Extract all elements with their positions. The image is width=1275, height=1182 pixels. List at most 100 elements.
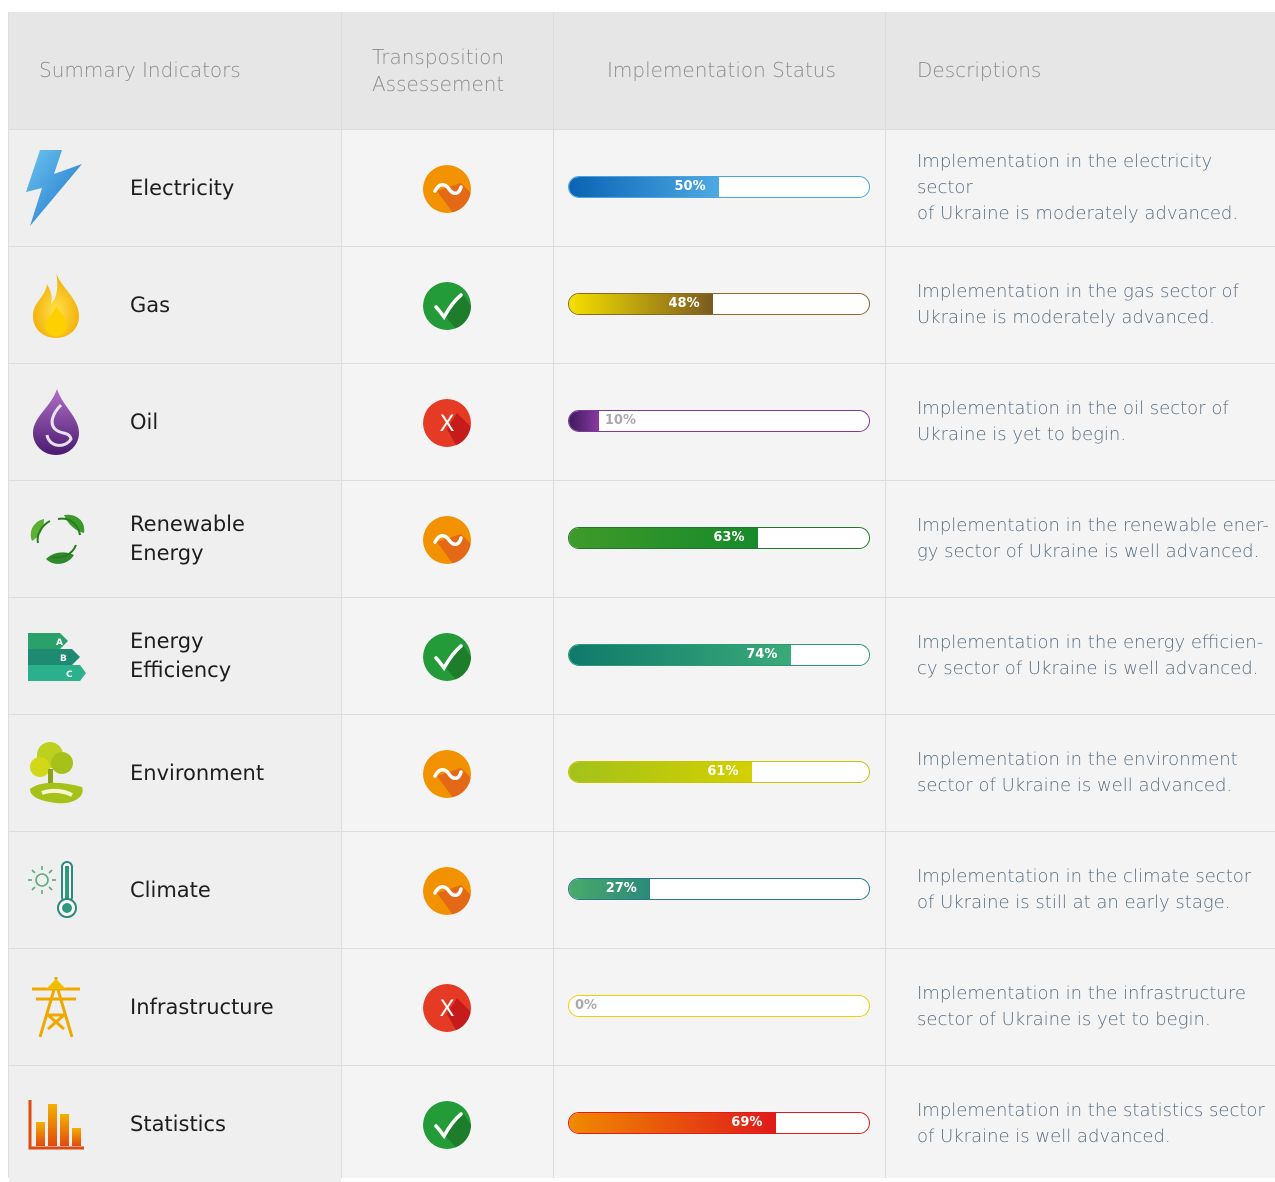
progress-label: 63% bbox=[713, 530, 745, 545]
not-started-assessment-icon: X bbox=[423, 399, 471, 447]
header-transposition-assessment: Transposition Assessement bbox=[372, 44, 505, 96]
svg-text:X: X bbox=[439, 997, 454, 1022]
indicator-cell: Renewable Energy bbox=[9, 481, 341, 597]
table-row: Infrastructure X 0% Implementation in the i… bbox=[9, 948, 1275, 1065]
description-line: cy sector of Ukraine is well advanced. bbox=[917, 658, 1259, 679]
description-line: Implementation in the renewable ener- bbox=[917, 515, 1269, 536]
table-header: Summary Indicators Transposition Assesse… bbox=[9, 12, 1275, 129]
progress-bar: 48% bbox=[568, 293, 870, 315]
thermometer-icon bbox=[24, 852, 88, 928]
svg-text:C: C bbox=[66, 670, 73, 680]
tree-icon bbox=[24, 735, 88, 811]
indicator-name: Infrastructure bbox=[130, 994, 274, 1019]
table-row: Environment 61% Implementation in the envi… bbox=[9, 714, 1275, 831]
complete-assessment-icon bbox=[423, 1101, 471, 1149]
description-line: of Ukraine is well advanced. bbox=[917, 1126, 1171, 1147]
progress-bar: 61% bbox=[568, 761, 870, 783]
svg-text:X: X bbox=[439, 412, 454, 437]
description-cell: Implementation in the climate sector of U… bbox=[917, 832, 1272, 948]
description-cell: Implementation in the electricity sector… bbox=[917, 130, 1272, 246]
indicator-name: Energy Efficiency bbox=[130, 629, 232, 682]
complete-assessment-icon bbox=[423, 282, 471, 330]
oil-drop-icon bbox=[24, 384, 88, 460]
partial-assessment-icon bbox=[423, 516, 471, 564]
header-implementation-status: Implementation Status bbox=[607, 58, 836, 82]
progress-label: 69% bbox=[731, 1115, 763, 1130]
progress-label: 48% bbox=[668, 296, 700, 311]
indicator-cell: A B C Energy Efficiency bbox=[9, 598, 341, 714]
description-line: Implementation in the statistics sector bbox=[917, 1100, 1265, 1121]
indicator-name: Electricity bbox=[130, 175, 235, 200]
description-line: of Ukraine is still at an early stage. bbox=[917, 892, 1231, 913]
indicator-cell: Electricity bbox=[9, 130, 341, 246]
description-line: Ukraine is moderately advanced. bbox=[917, 307, 1215, 328]
svg-text:B: B bbox=[60, 654, 67, 664]
table-row: Gas 48% Implementation in the gas sector o… bbox=[9, 246, 1275, 363]
indicator-cell: Oil bbox=[9, 364, 341, 480]
description-line: Implementation in the oil sector of bbox=[917, 398, 1229, 419]
progress-bar: 69% bbox=[568, 1112, 870, 1134]
progress-bar: 10% bbox=[568, 410, 870, 432]
progress-bar: 0% bbox=[568, 995, 870, 1017]
gas-flame-icon bbox=[24, 267, 88, 343]
indicator-name: Climate bbox=[130, 877, 211, 902]
indicator-name: Environment bbox=[130, 760, 265, 785]
progress-bar: 50% bbox=[568, 176, 870, 198]
complete-assessment-icon bbox=[423, 633, 471, 681]
indicator-cell: Gas bbox=[9, 247, 341, 363]
description-line: sector of Ukraine is well advanced. bbox=[917, 775, 1233, 796]
column-divider bbox=[341, 12, 342, 1178]
description-cell: Implementation in the infrastructure sect… bbox=[917, 949, 1272, 1065]
progress-label: 0% bbox=[575, 998, 598, 1013]
indicator-cell: Climate bbox=[9, 832, 341, 948]
description-cell: Implementation in the renewable ener-gy … bbox=[917, 481, 1272, 597]
column-divider bbox=[553, 12, 554, 1178]
partial-assessment-icon bbox=[423, 165, 471, 213]
progress-label: 10% bbox=[604, 413, 637, 428]
progress-bar: 27% bbox=[568, 878, 870, 900]
indicator-cell: Environment bbox=[9, 715, 341, 831]
table-row: Oil X 10% Implementation in the oil sector … bbox=[9, 363, 1275, 480]
progress-fill bbox=[569, 411, 599, 431]
indicator-name: Gas bbox=[130, 292, 171, 317]
table-row: Statistics 69% Implementation in the stati… bbox=[9, 1065, 1275, 1182]
svg-text:A: A bbox=[56, 638, 63, 648]
description-line: Implementation in the electricity sector bbox=[917, 151, 1213, 198]
description-line: gy sector of Ukraine is well advanced. bbox=[917, 541, 1260, 562]
indicator-name: Oil bbox=[130, 409, 159, 434]
progress-label: 74% bbox=[746, 647, 778, 662]
partial-assessment-icon bbox=[423, 867, 471, 915]
not-started-assessment-icon: X bbox=[423, 984, 471, 1032]
description-line: Implementation in the infrastructure bbox=[917, 983, 1246, 1004]
indicator-name: Renewable Energy bbox=[130, 512, 245, 565]
description-line: Implementation in the environment bbox=[917, 749, 1238, 770]
partial-assessment-icon bbox=[423, 750, 471, 798]
bar-chart-icon bbox=[24, 1086, 88, 1162]
table-row: A B C Energy Efficiency 74% Implementation in… bbox=[9, 597, 1275, 714]
progress-label: 27% bbox=[605, 881, 637, 896]
recycle-leaves-icon bbox=[24, 501, 88, 577]
description-cell: Implementation in the statistics sector o… bbox=[917, 1066, 1272, 1182]
description-cell: Implementation in the gas sector of Ukrai… bbox=[917, 247, 1272, 363]
table-row: Climate 27% Implementation in the climate … bbox=[9, 831, 1275, 948]
indicator-cell: Statistics bbox=[9, 1066, 341, 1182]
progress-label: 50% bbox=[674, 179, 706, 194]
table-row: Electricity 50% Implementation in the elec… bbox=[9, 129, 1275, 246]
description-cell: Implementation in the energy efficien-cy… bbox=[917, 598, 1272, 714]
description-line: Ukraine is yet to begin. bbox=[917, 424, 1127, 445]
description-cell: Implementation in the oil sector of Ukrai… bbox=[917, 364, 1272, 480]
indicator-name: Statistics bbox=[130, 1111, 226, 1136]
description-line: Implementation in the energy efficien- bbox=[917, 632, 1264, 653]
description-line: of Ukraine is moderately advanced. bbox=[917, 203, 1239, 224]
header-summary-indicators: Summary Indicators bbox=[39, 58, 241, 82]
description-line: Implementation in the gas sector of bbox=[917, 281, 1239, 302]
progress-bar: 74% bbox=[568, 644, 870, 666]
power-tower-icon bbox=[24, 969, 88, 1045]
summary-table: Summary Indicators Transposition Assesse… bbox=[8, 12, 1275, 1182]
progress-label: 61% bbox=[707, 764, 739, 779]
column-divider bbox=[885, 12, 886, 1178]
header-descriptions: Descriptions bbox=[917, 58, 1042, 82]
progress-bar: 63% bbox=[568, 527, 870, 549]
description-line: sector of Ukraine is yet to begin. bbox=[917, 1009, 1211, 1030]
description-line: Implementation in the climate sector bbox=[917, 866, 1252, 887]
